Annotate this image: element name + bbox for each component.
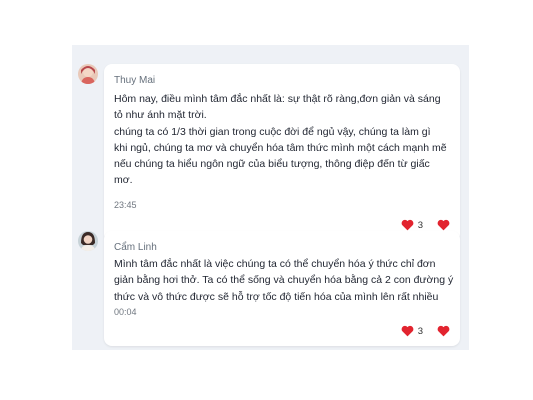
react-heart-button[interactable] bbox=[437, 325, 450, 337]
react-heart-button[interactable] bbox=[437, 219, 450, 231]
heart-icon bbox=[401, 325, 414, 337]
message-line: mơ. bbox=[114, 174, 133, 187]
avatar-photo-icon bbox=[78, 231, 98, 251]
reaction-count-button[interactable]: 3 bbox=[401, 325, 437, 337]
heart-icon bbox=[437, 219, 450, 231]
message-bubble: Cẩm Linh Mình tâm đắc nhất là việc chúng… bbox=[104, 231, 460, 346]
chat-panel: Thuy Mai Hôm nay, điều mình tâm đắc nhất… bbox=[72, 45, 469, 350]
message-time: 23:45 bbox=[114, 200, 137, 210]
message-line: thức và vô thức được sẽ hỗ trợ tốc độ ti… bbox=[114, 290, 439, 303]
reaction-count: 3 bbox=[417, 325, 423, 337]
message-line: Hôm nay, điều mình tâm đắc nhất là: sự t… bbox=[114, 93, 441, 105]
message-line: chúng ta có 1/3 thời gian trong cuộc đời… bbox=[114, 125, 431, 138]
message-text: Mình tâm đắc nhất là việc chúng ta có th… bbox=[114, 256, 454, 305]
avatar-photo-icon bbox=[78, 64, 98, 84]
reaction-count: 3 bbox=[417, 219, 423, 231]
sender-name: Thuy Mai bbox=[114, 75, 156, 86]
reactions-bar: 3 bbox=[401, 219, 450, 231]
sender-name: Cẩm Linh bbox=[114, 242, 157, 253]
message-line: khi ngủ, chúng ta mơ và chuyển hóa tâm t… bbox=[114, 141, 447, 154]
message-row: Thuy Mai Hôm nay, điều mình tâm đắc nhất… bbox=[72, 64, 469, 242]
reactions-bar: 3 bbox=[401, 325, 450, 337]
message-line: nếu chúng ta hiểu ngôn ngữ của biểu tượn… bbox=[114, 158, 430, 171]
message-row: Cẩm Linh Mình tâm đắc nhất là việc chúng… bbox=[72, 231, 469, 346]
message-time: 00:04 bbox=[114, 307, 137, 317]
message-text: Hôm nay, điều mình tâm đắc nhất là: sự t… bbox=[114, 91, 454, 189]
reaction-count-button[interactable]: 3 bbox=[401, 219, 437, 231]
message-line: giản bằng hơi thở. Ta có thể sống và chu… bbox=[114, 274, 454, 287]
avatar[interactable] bbox=[78, 231, 98, 251]
message-bubble: Thuy Mai Hôm nay, điều mình tâm đắc nhất… bbox=[104, 64, 460, 242]
heart-icon bbox=[437, 325, 450, 337]
message-line: Mình tâm đắc nhất là việc chúng ta có th… bbox=[114, 258, 436, 270]
message-line: tỏ như ánh mặt trời. bbox=[114, 109, 207, 122]
heart-icon bbox=[401, 219, 414, 231]
avatar[interactable] bbox=[78, 64, 98, 84]
